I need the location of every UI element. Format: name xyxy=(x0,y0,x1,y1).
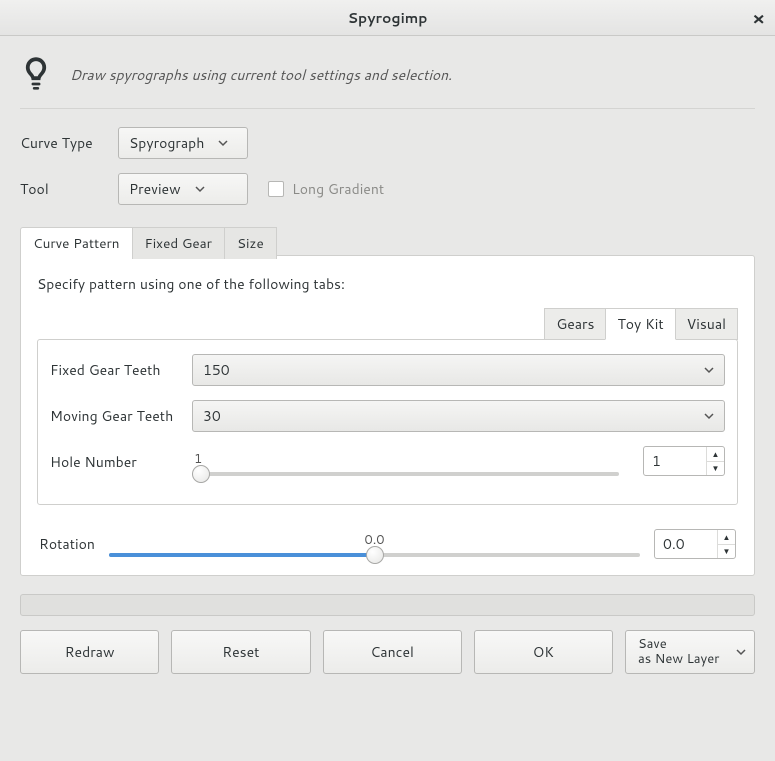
slider-thumb[interactable] xyxy=(366,546,384,564)
dialog-title: Spyrogimp xyxy=(348,8,428,28)
long-gradient-label: Long Gradient xyxy=(292,179,384,199)
chevron-down-icon xyxy=(704,406,714,426)
subtab-gears[interactable]: Gears xyxy=(544,308,606,340)
hole-number-slider[interactable]: 1 xyxy=(192,450,619,476)
hole-number-spinner[interactable]: 1 ▲ ▼ xyxy=(643,446,725,476)
hole-slider-tick: 1 xyxy=(194,450,619,468)
rotation-spinner[interactable]: 0.0 ▲ ▼ xyxy=(654,529,736,559)
tool-select[interactable]: Preview xyxy=(118,173,248,205)
tool-value: Preview xyxy=(129,179,181,199)
spinner-up-icon[interactable]: ▲ xyxy=(718,530,735,545)
ok-button[interactable]: OK xyxy=(474,630,613,674)
curve-type-label: Curve Type xyxy=(20,133,106,153)
moving-gear-teeth-label: Moving Gear Teeth xyxy=(50,406,182,426)
tab-size[interactable]: Size xyxy=(224,227,277,259)
checkbox-box xyxy=(268,181,284,197)
chevron-down-icon xyxy=(704,360,714,380)
fixed-gear-teeth-label: Fixed Gear Teeth xyxy=(50,360,182,380)
rotation-slider[interactable]: 0.0 xyxy=(109,531,640,557)
toykit-panel: Fixed Gear Teeth 150 Moving Gear Teeth 3… xyxy=(37,339,738,505)
tab-fixed-gear[interactable]: Fixed Gear xyxy=(132,227,225,259)
save-line2: as New Layer xyxy=(638,652,719,667)
subtab-toykit[interactable]: Toy Kit xyxy=(605,308,675,340)
hole-number-label: Hole Number xyxy=(50,452,182,476)
long-gradient-checkbox[interactable]: Long Gradient xyxy=(268,179,384,199)
pattern-tabs-panel: Curve Pattern Fixed Gear Size Specify pa… xyxy=(20,255,755,576)
chevron-down-icon xyxy=(195,184,205,194)
progress-bar xyxy=(20,594,755,616)
chevron-down-icon xyxy=(736,642,746,662)
chevron-down-icon xyxy=(218,138,228,148)
subtab-visual[interactable]: Visual xyxy=(675,308,738,340)
spinner-down-icon[interactable]: ▼ xyxy=(718,545,735,559)
hole-number-value: 1 xyxy=(644,447,706,475)
curve-type-select[interactable]: Spyrograph xyxy=(118,127,248,159)
spinner-down-icon[interactable]: ▼ xyxy=(707,462,724,476)
tab-curve-pattern[interactable]: Curve Pattern xyxy=(20,227,133,259)
fixed-gear-teeth-value: 150 xyxy=(203,360,230,380)
dialog-header: Draw spyrographs using current tool sett… xyxy=(20,52,755,109)
fixed-gear-teeth-select[interactable]: 150 xyxy=(192,354,725,386)
reset-button[interactable]: Reset xyxy=(171,630,310,674)
save-button[interactable]: Save as New Layer xyxy=(625,630,755,674)
curve-type-value: Spyrograph xyxy=(129,133,204,153)
spinner-up-icon[interactable]: ▲ xyxy=(707,447,724,462)
dialog-titlebar: Spyrogimp × xyxy=(0,0,775,36)
moving-gear-teeth-value: 30 xyxy=(203,406,221,426)
slider-thumb[interactable] xyxy=(192,465,210,483)
close-icon[interactable]: × xyxy=(752,5,765,31)
rotation-value: 0.0 xyxy=(655,530,717,558)
redraw-button[interactable]: Redraw xyxy=(20,630,159,674)
pattern-instruction: Specify pattern using one of the followi… xyxy=(37,274,738,294)
rotation-label: Rotation xyxy=(39,534,109,554)
tool-label: Tool xyxy=(20,179,106,199)
moving-gear-teeth-select[interactable]: 30 xyxy=(192,400,725,432)
cancel-button[interactable]: Cancel xyxy=(323,630,462,674)
lightbulb-icon xyxy=(20,56,52,94)
dialog-subtitle: Draw spyrographs using current tool sett… xyxy=(70,65,452,85)
